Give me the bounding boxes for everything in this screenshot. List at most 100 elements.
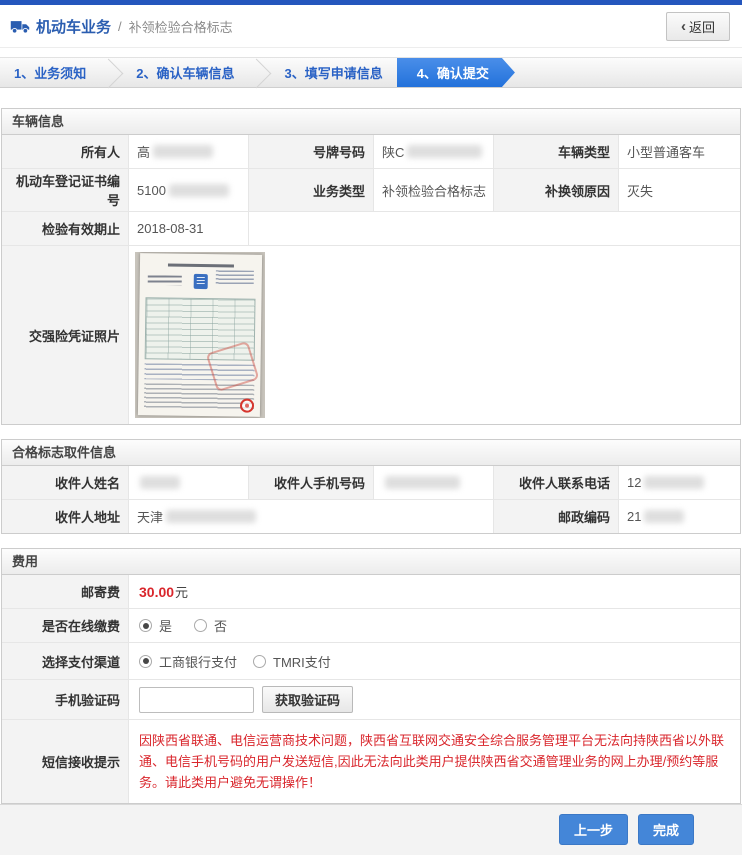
postal-code-label: 邮政编码 (494, 500, 619, 533)
vehicle-section-title: 车辆信息 (2, 109, 740, 135)
radio-selected-icon[interactable] (139, 619, 152, 632)
sms-code-label: 手机验证码 (2, 680, 129, 719)
pay-online-no-label[interactable]: 否 (214, 616, 227, 635)
pay-channel-label: 选择支付渠道 (2, 643, 129, 679)
cert-no-value: 5100 (129, 169, 249, 211)
redacted-blur (153, 145, 213, 158)
business-type-value: 补领检验合格标志 (374, 169, 494, 211)
breadcrumb-divider: / (118, 19, 122, 34)
channel-icbc-label[interactable]: 工商银行支付 (159, 652, 237, 671)
business-type-label: 业务类型 (249, 169, 374, 211)
sms-code-field: 获取验证码 (129, 680, 740, 719)
redacted-blur (169, 184, 229, 197)
pay-online-yes-option[interactable]: 是 (139, 616, 172, 635)
step-tab-3[interactable]: 3、填写申请信息 (264, 58, 398, 87)
table-row: 所有人 高 号牌号码 陕C 车辆类型 小型普通客车 (2, 135, 740, 169)
sms-notice-cell: 因陕西省联通、电信运营商技术问题，陕西省互联网交通安全综合服务管理平台无法向持陕… (129, 720, 740, 803)
postage-label: 邮寄费 (2, 575, 129, 608)
step-separator-icon (250, 58, 264, 87)
back-button[interactable]: ‹ 返回 (666, 12, 730, 41)
step-tab-2[interactable]: 2、确认车辆信息 (116, 58, 250, 87)
pay-online-yes-label[interactable]: 是 (159, 616, 172, 635)
redacted-blur (644, 510, 684, 523)
recipient-name-value (129, 466, 249, 499)
sms-notice-label: 短信接收提示 (2, 720, 129, 803)
step-tab-3-label: 3、填写申请信息 (284, 63, 382, 82)
insurance-photo-label: 交强险凭证照片 (2, 246, 129, 424)
step-tab-1[interactable]: 1、业务须知 (0, 58, 102, 87)
table-row: 是否在线缴费 是 否 (2, 609, 740, 643)
radio-unselected-icon[interactable] (253, 655, 266, 668)
redacted-blur (407, 145, 482, 158)
radio-selected-icon[interactable] (139, 655, 152, 668)
insurance-photo-thumbnail[interactable] (135, 252, 265, 418)
pickup-section-title: 合格标志取件信息 (2, 440, 740, 466)
redacted-blur (644, 476, 704, 489)
pay-online-no-option[interactable]: 否 (194, 616, 227, 635)
postage-unit: 元 (175, 582, 188, 601)
redacted-blur (140, 476, 180, 489)
inspection-valid-label: 检验有效期止 (2, 212, 129, 245)
redacted-blur (166, 510, 256, 523)
recipient-phone-value: 12 (619, 466, 740, 499)
table-row: 机动车登记证书编号 5100 业务类型 补领检验合格标志 补换领原因 灭失 (2, 169, 740, 212)
step-tab-4-active[interactable]: 4、确认提交 (397, 58, 515, 87)
owner-value: 高 (129, 135, 249, 168)
step-tabbar: 1、业务须知 2、确认车辆信息 3、填写申请信息 4、确认提交 (0, 57, 742, 88)
redacted-blur (385, 476, 460, 489)
inspection-valid-value: 2018-08-31 (129, 212, 249, 245)
vehicle-type-value: 小型普通客车 (619, 135, 740, 168)
cert-no-label: 机动车登记证书编号 (2, 169, 129, 211)
table-row: 短信接收提示 因陕西省联通、电信运营商技术问题，陕西省互联网交通安全综合服务管理… (2, 720, 740, 803)
postal-code-value: 21 (619, 500, 740, 533)
photo-text-lines (144, 383, 254, 411)
radio-unselected-icon[interactable] (194, 619, 207, 632)
recipient-address-value: 天津 (129, 500, 494, 533)
channel-icbc-option[interactable]: 工商银行支付 (139, 652, 237, 671)
step-tab-2-label: 2、确认车辆信息 (136, 63, 234, 82)
table-row: 检验有效期止 2018-08-31 (2, 212, 740, 246)
table-row: 选择支付渠道 工商银行支付 TMRI支付 (2, 643, 740, 680)
table-row: 邮寄费 30.00 元 (2, 575, 740, 609)
postage-amount: 30.00 (139, 584, 174, 600)
postage-value: 30.00 元 (129, 575, 740, 608)
owner-label: 所有人 (2, 135, 129, 168)
footer-action-bar: 上一步 完成 (0, 804, 742, 855)
insurance-photo-cell (129, 246, 740, 424)
photo-title-line (168, 264, 234, 268)
channel-tmri-label[interactable]: TMRI支付 (273, 652, 331, 671)
fee-section: 费用 邮寄费 30.00 元 是否在线缴费 是 否 (1, 548, 741, 804)
recipient-mobile-value (374, 466, 494, 499)
fee-section-title: 费用 (2, 549, 740, 575)
pay-online-label: 是否在线缴费 (2, 609, 129, 642)
photo-insurer-logo (194, 274, 208, 289)
back-chevron-icon: ‹ (681, 19, 686, 34)
recipient-address-label: 收件人地址 (2, 500, 129, 533)
table-row: 手机验证码 获取验证码 (2, 680, 740, 720)
step-tab-1-label: 1、业务须知 (14, 63, 86, 82)
module-title-text: 机动车业务 (36, 16, 111, 37)
sms-notice-text: 因陕西省联通、电信运营商技术问题，陕西省互联网交通安全综合服务管理平台无法向持陕… (139, 730, 726, 793)
photo-paper (138, 253, 262, 417)
table-row: 收件人姓名 收件人手机号码 收件人联系电话 12 (2, 466, 740, 500)
vehicle-type-label: 车辆类型 (494, 135, 619, 168)
main-page: 机动车业务 / 补领检验合格标志 ‹ 返回 1、业务须知 2、确认车辆信息 3、… (0, 5, 742, 855)
truck-icon (10, 19, 30, 34)
recipient-name-label: 收件人姓名 (2, 466, 129, 499)
table-row: 收件人地址 天津 邮政编码 21 (2, 500, 740, 533)
recipient-mobile-label: 收件人手机号码 (249, 466, 374, 499)
get-code-button[interactable]: 获取验证码 (262, 686, 353, 713)
photo-header-text (216, 270, 254, 285)
pay-online-options: 是 否 (129, 609, 740, 642)
channel-tmri-option[interactable]: TMRI支付 (253, 652, 331, 671)
sms-code-input[interactable] (139, 687, 254, 713)
plate-label: 号牌号码 (249, 135, 374, 168)
breadcrumb-page-title: 补领检验合格标志 (129, 17, 233, 36)
reissue-reason-value: 灭失 (619, 169, 740, 211)
pay-channel-options: 工商银行支付 TMRI支付 (129, 643, 740, 679)
reissue-reason-label: 补换领原因 (494, 169, 619, 211)
photo-header-text (148, 275, 182, 285)
recipient-phone-label: 收件人联系电话 (494, 466, 619, 499)
page-header: 机动车业务 / 补领检验合格标志 ‹ 返回 (0, 5, 742, 48)
pickup-info-section: 合格标志取件信息 收件人姓名 收件人手机号码 收件人联系电话 12 收件人地址 … (1, 439, 741, 534)
